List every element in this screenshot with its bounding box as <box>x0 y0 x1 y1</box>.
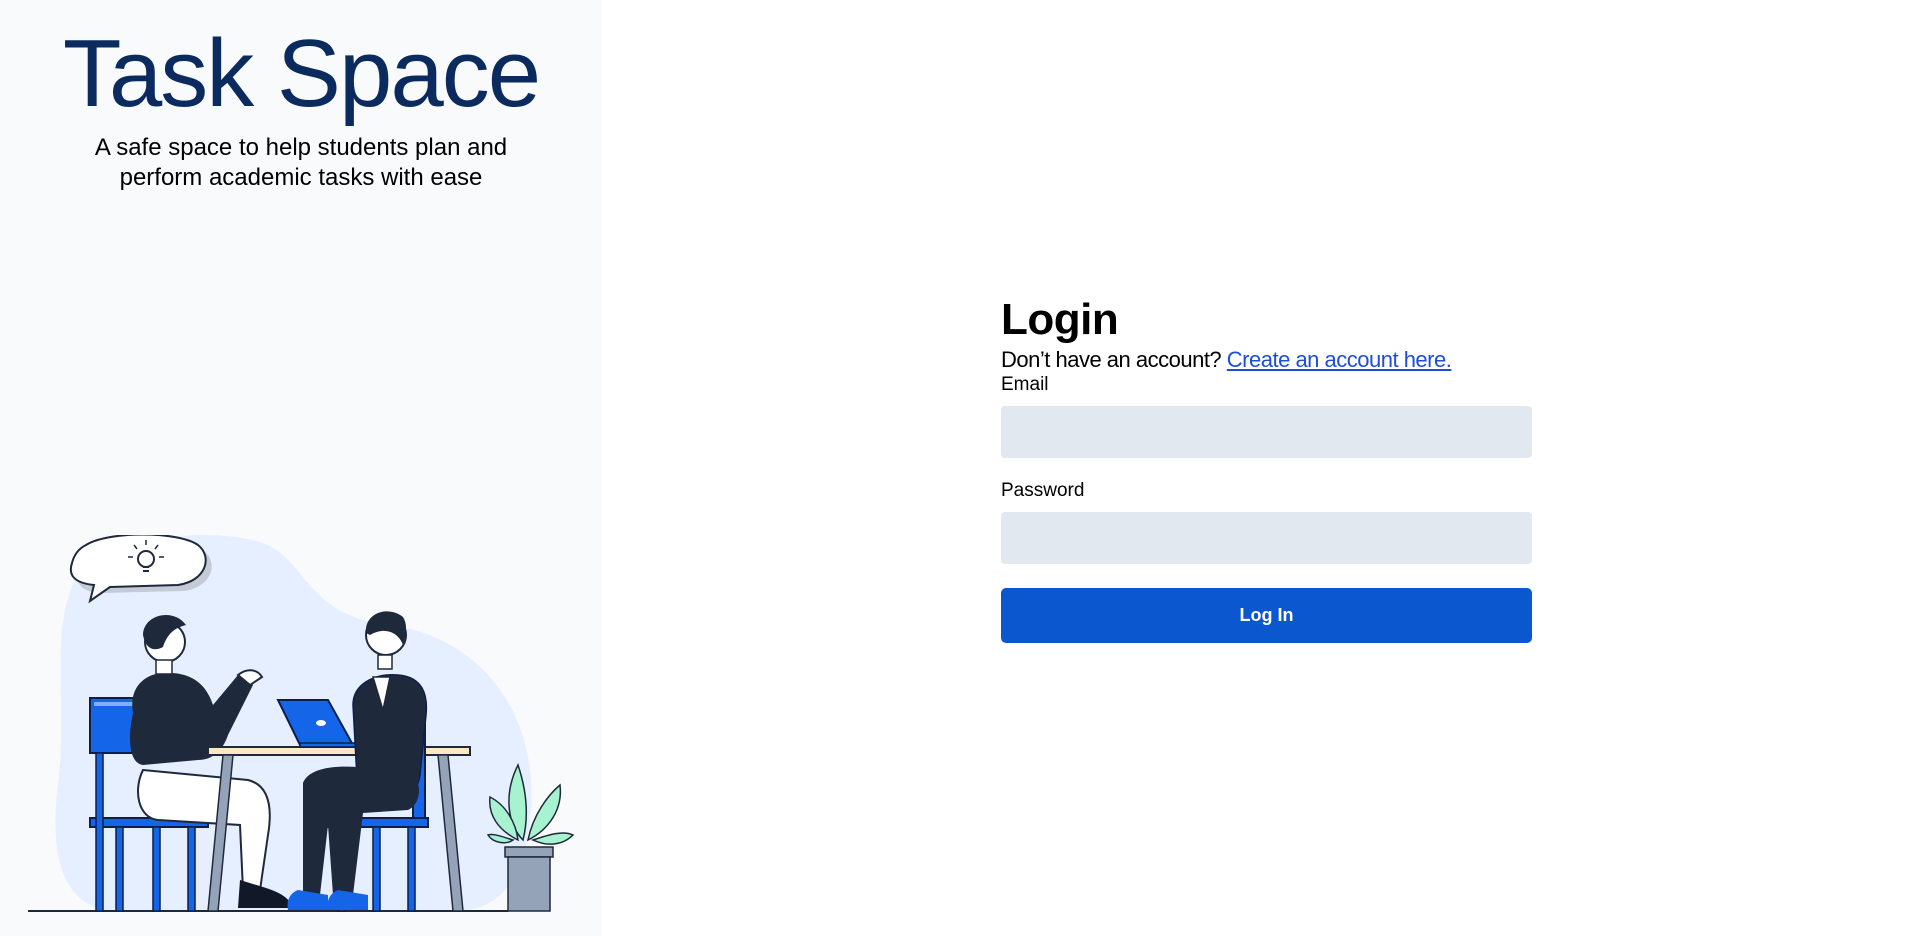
meeting-illustration <box>28 535 575 912</box>
login-heading: Login <box>1001 295 1119 344</box>
app-tagline: A safe space to help students plan and p… <box>94 134 508 191</box>
app-title: Task Space <box>62 20 541 127</box>
login-button[interactable]: Log In <box>1001 588 1532 643</box>
signup-prompt-text: Don’t have an account? <box>1001 347 1222 372</box>
create-account-link[interactable]: Create an account here. <box>1227 347 1452 372</box>
branding-panel: Task Space A safe space to help students… <box>0 0 602 936</box>
password-label: Password <box>1001 480 1085 501</box>
login-form: Login Don’t have an account? Create an a… <box>1001 294 1532 643</box>
password-field[interactable] <box>1001 512 1532 564</box>
email-label: Email <box>1001 374 1049 395</box>
login-page: Task Space A safe space to help students… <box>0 0 1920 936</box>
signup-prompt-line: Don’t have an account? Create an account… <box>1001 346 1532 374</box>
email-field[interactable] <box>1001 406 1532 458</box>
